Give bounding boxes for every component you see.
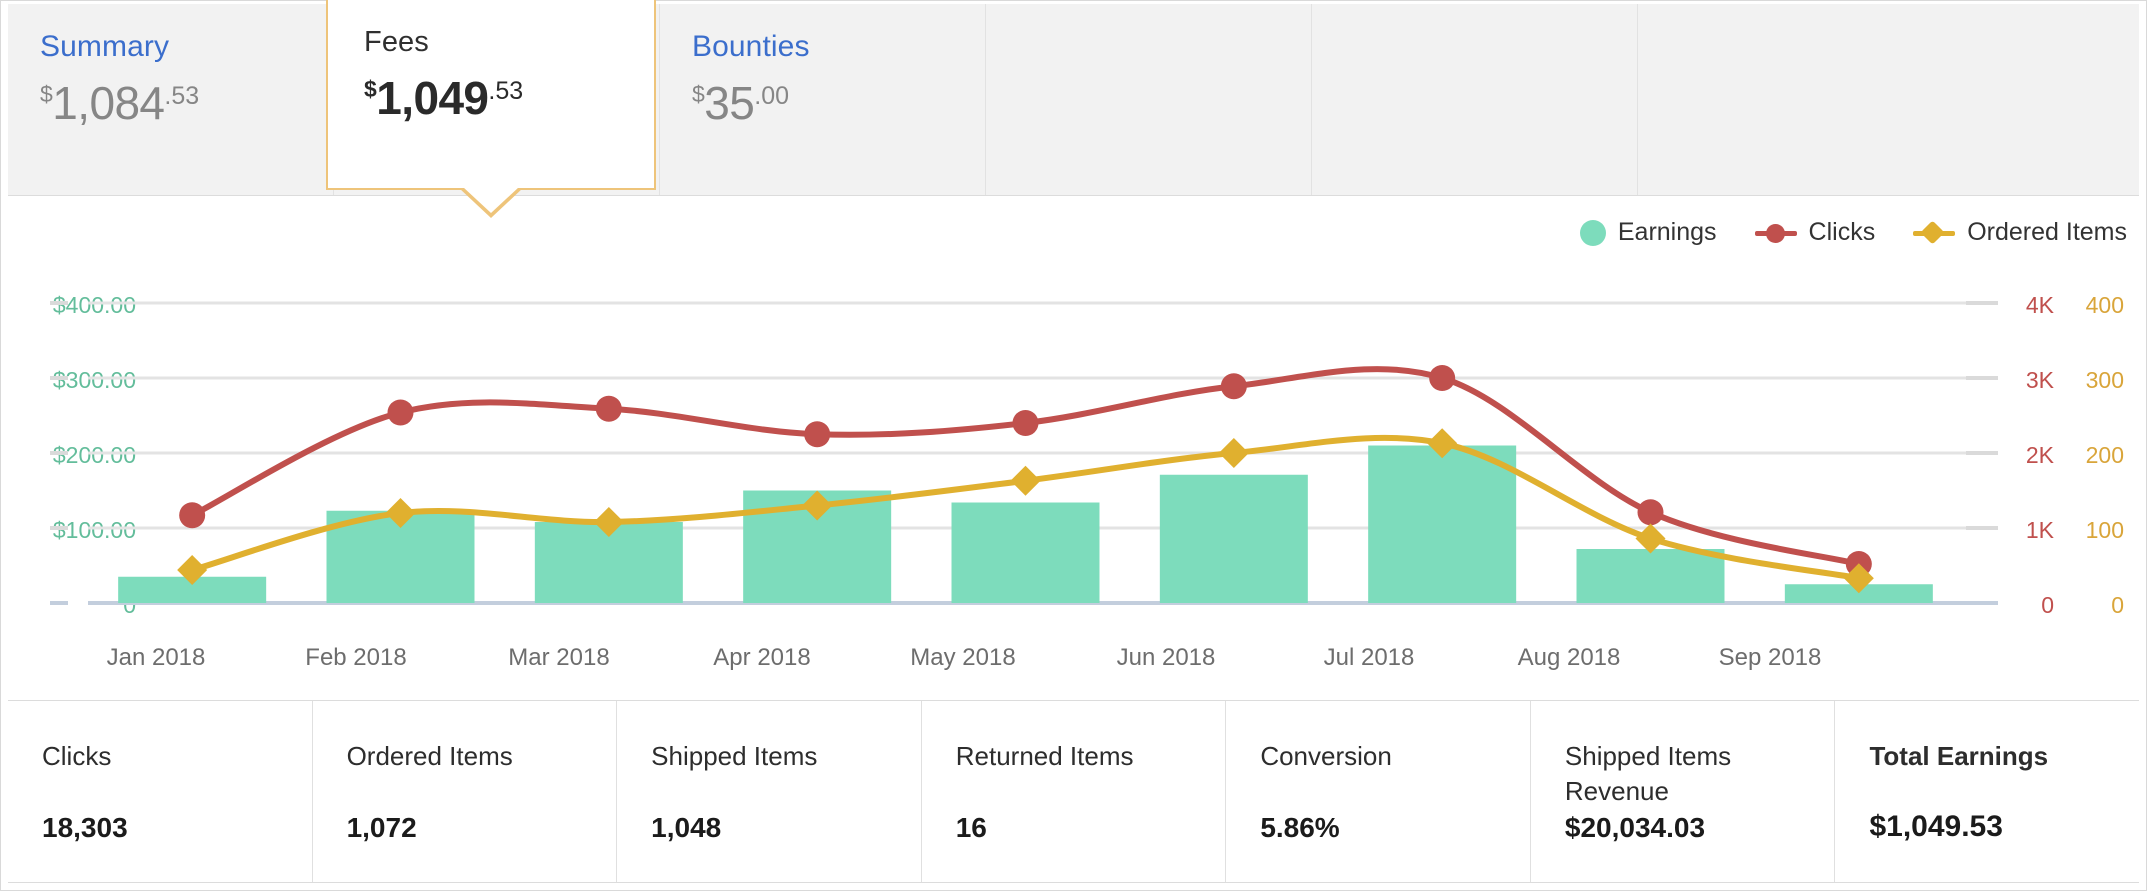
x-axis-tick-1: Feb 2018 — [305, 644, 407, 671]
chart-svg — [50, 301, 1998, 605]
x-axis-tick-0: Jan 2018 — [106, 644, 206, 671]
stat-value: 1,072 — [346, 812, 417, 843]
tab-bounties[interactable]: Bounties $35.00 — [660, 4, 986, 195]
tab-bounties-amount: $35.00 — [692, 80, 985, 126]
tab-pointer-fill-icon — [463, 187, 519, 213]
x-axis-tick-8: Sep 2018 — [1718, 644, 1822, 671]
stat-label: Shipped Items Revenue — [1564, 741, 1732, 807]
tab-empty-2 — [1312, 4, 1638, 195]
stat-label: Clicks — [42, 741, 112, 771]
amount-cents: .00 — [754, 82, 790, 110]
stat-value: $20,034.03 — [1564, 812, 1706, 843]
stat-label: Shipped Items — [651, 741, 818, 771]
stat-value: 16 — [955, 812, 987, 843]
performance-chart-panel: Earnings Clicks Ordered Items $400.00 $3… — [8, 196, 2139, 701]
stat-total-earnings: Total Earnings $1,049.53 — [1835, 701, 2139, 882]
x-axis-tick-2: Mar 2018 — [508, 644, 610, 671]
amount-whole: 1,084 — [52, 77, 165, 129]
stat-returned-items: Returned Items 16 — [922, 701, 1227, 882]
tab-fees-amount: $1,049.53 — [364, 75, 654, 121]
stat-value: 18,303 — [42, 812, 128, 843]
tab-empty-1 — [986, 4, 1312, 195]
stat-label: Ordered Items — [346, 741, 513, 771]
x-axis-tick-6: Jul 2018 — [1323, 644, 1415, 671]
stat-value: 5.86% — [1260, 812, 1340, 843]
currency-symbol: $ — [364, 76, 377, 102]
stat-clicks: Clicks 18,303 — [8, 701, 313, 882]
earnings-dashboard: Summary $1,084.53 Bounties $35.00 Fees $… — [0, 0, 2147, 891]
chart-plot-area: $400.00 $300.00 $200.00 $100.00 0 4K 3K … — [8, 196, 2139, 701]
tab-bounties-label: Bounties — [692, 30, 810, 63]
tab-summary-amount: $1,084.53 — [40, 80, 333, 126]
stat-ordered-items: Ordered Items 1,072 — [313, 701, 618, 882]
currency-symbol: $ — [40, 81, 53, 107]
x-axis-tick-4: May 2018 — [910, 644, 1016, 671]
tab-fees-label: Fees — [364, 26, 429, 58]
tab-summary[interactable]: Summary $1,084.53 — [8, 4, 334, 195]
x-axis-tick-7: Aug 2018 — [1517, 644, 1621, 671]
summary-stats-row: Clicks 18,303 Ordered Items 1,072 Shippe… — [8, 701, 2139, 883]
currency-symbol: $ — [692, 81, 705, 107]
stat-value: $1,049.53 — [1869, 810, 2003, 843]
stat-conversion: Conversion 5.86% — [1226, 701, 1531, 882]
stat-value: 1,048 — [651, 812, 722, 843]
stat-label: Total Earnings — [1869, 741, 2049, 771]
amount-cents: .53 — [164, 82, 200, 110]
stat-label: Returned Items — [955, 741, 1134, 771]
amount-whole: 1,049 — [376, 72, 489, 124]
tab-summary-label: Summary — [40, 30, 170, 63]
stat-shipped-items: Shipped Items 1,048 — [617, 701, 922, 882]
stat-label: Conversion — [1260, 741, 1392, 771]
x-axis-tick-5: Jun 2018 — [1116, 644, 1216, 671]
amount-whole: 35 — [704, 77, 755, 129]
amount-cents: .53 — [488, 77, 524, 105]
stat-shipped-items-revenue: Shipped Items Revenue $20,034.03 — [1531, 701, 1836, 882]
tab-empty-3 — [1638, 4, 1964, 195]
x-axis-tick-3: Apr 2018 — [713, 644, 811, 671]
tab-fees[interactable]: Fees $1,049.53 — [326, 0, 656, 218]
